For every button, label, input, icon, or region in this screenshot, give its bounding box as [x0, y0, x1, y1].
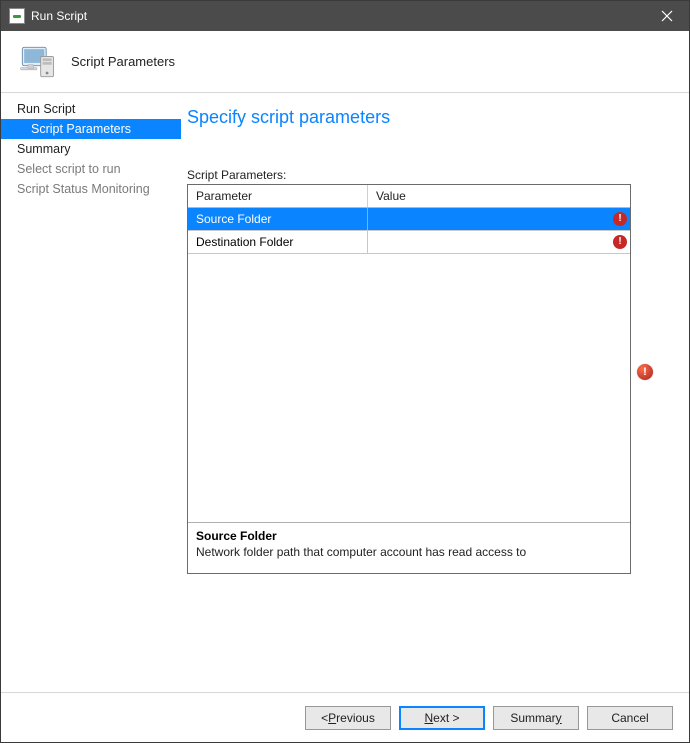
- grid-empty-area: [188, 254, 630, 522]
- computer-icon: [13, 38, 61, 86]
- wizard-window: Run Script Script Parameters Run: [0, 0, 690, 743]
- main-panel: Specify script parameters Script Paramet…: [181, 93, 689, 692]
- error-icon: !: [613, 235, 627, 249]
- cell-param: Destination Folder: [188, 231, 368, 253]
- description-text: Network folder path that computer accoun…: [196, 545, 622, 559]
- sidebar-item-select-script[interactable]: Select script to run: [1, 159, 181, 179]
- params-area: Parameter Value Source Folder ! Destinat…: [187, 184, 671, 574]
- window-title: Run Script: [31, 9, 644, 23]
- params-grid[interactable]: Parameter Value Source Folder ! Destinat…: [187, 184, 631, 574]
- col-header-parameter[interactable]: Parameter: [188, 185, 368, 207]
- error-icon: !: [637, 364, 653, 380]
- grid-row[interactable]: Source Folder !: [188, 208, 630, 231]
- wizard-header: Script Parameters: [1, 31, 689, 93]
- error-icon: !: [613, 212, 627, 226]
- wizard-body: Run Script Script Parameters Summary Sel…: [1, 93, 689, 692]
- next-button[interactable]: Next >: [399, 706, 485, 730]
- description-box: Source Folder Network folder path that c…: [188, 522, 630, 573]
- header-label: Script Parameters: [71, 54, 175, 69]
- close-icon: [661, 10, 673, 22]
- sidebar-item-run-script[interactable]: Run Script: [1, 99, 181, 119]
- wizard-footer: < Previous Next > Summary Cancel: [1, 692, 689, 742]
- params-label: Script Parameters:: [187, 168, 671, 182]
- grid-row[interactable]: Destination Folder !: [188, 231, 630, 254]
- sidebar-item-script-parameters[interactable]: Script Parameters: [1, 119, 181, 139]
- col-header-value[interactable]: Value: [368, 185, 630, 207]
- titlebar[interactable]: Run Script: [1, 1, 689, 31]
- grid-header: Parameter Value: [188, 185, 630, 208]
- cell-param: Source Folder: [188, 208, 368, 230]
- cell-value[interactable]: !: [368, 208, 630, 230]
- summary-button[interactable]: Summary: [493, 706, 579, 730]
- sidebar-item-summary[interactable]: Summary: [1, 139, 181, 159]
- app-icon: [9, 8, 25, 24]
- description-title: Source Folder: [196, 529, 622, 543]
- cancel-button[interactable]: Cancel: [587, 706, 673, 730]
- sidebar-item-status-monitoring[interactable]: Script Status Monitoring: [1, 179, 181, 199]
- wizard-sidebar: Run Script Script Parameters Summary Sel…: [1, 93, 181, 692]
- close-button[interactable]: [644, 1, 689, 31]
- page-title: Specify script parameters: [187, 107, 671, 128]
- previous-button[interactable]: < Previous: [305, 706, 391, 730]
- panel-error-indicator: !: [637, 364, 655, 382]
- cell-value[interactable]: !: [368, 231, 630, 253]
